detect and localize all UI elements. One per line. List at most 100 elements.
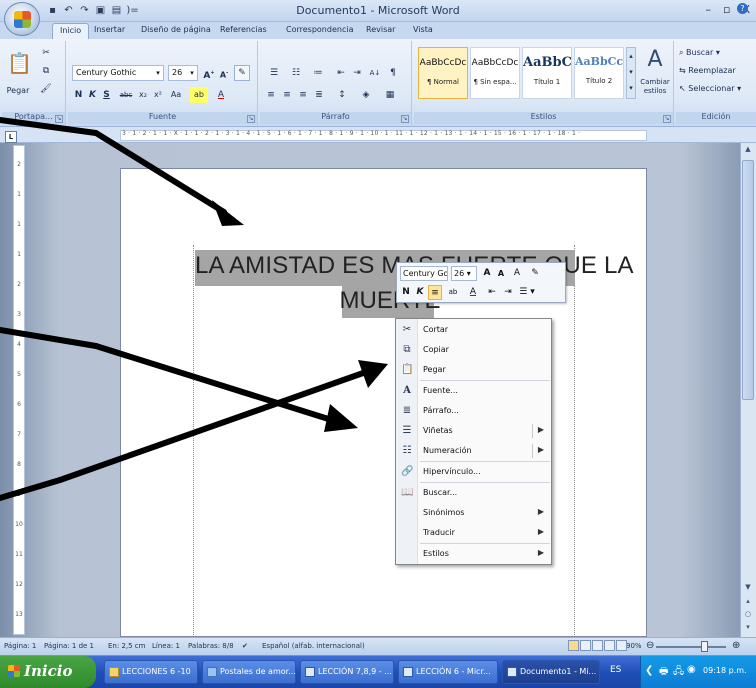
paste-icon[interactable]: 📋 bbox=[6, 47, 32, 81]
font-name-combo[interactable]: Century Gothic ▾ bbox=[72, 65, 164, 81]
outline-view-icon[interactable] bbox=[604, 640, 615, 651]
tab-revisar[interactable]: Revisar bbox=[366, 25, 395, 34]
scroll-down-icon[interactable]: ▼ bbox=[743, 583, 753, 591]
show-marks-icon[interactable]: ¶ bbox=[386, 65, 400, 81]
align-right-icon[interactable]: ≡ bbox=[296, 87, 310, 103]
mini-shrink-font-icon[interactable]: A bbox=[495, 266, 507, 281]
maximize-button[interactable]: ▫ bbox=[723, 3, 730, 16]
redo-icon[interactable]: ↷ bbox=[78, 5, 91, 17]
tab-selector[interactable]: L bbox=[5, 131, 17, 143]
style-no-spacing[interactable]: AaBbCcDc ¶ Sin espa... bbox=[470, 47, 520, 99]
subscript-icon[interactable]: x₂ bbox=[136, 87, 150, 103]
draft-view-icon[interactable] bbox=[616, 640, 627, 651]
office-button[interactable] bbox=[4, 2, 40, 36]
tab-diseno-pagina[interactable]: Diseño de página bbox=[141, 25, 211, 34]
mini-font-combo[interactable]: Century Go ▾ bbox=[400, 266, 448, 281]
clock[interactable]: 09:18 p.m. bbox=[703, 666, 747, 675]
tray-chevron-icon[interactable]: ❮ bbox=[645, 665, 653, 676]
status-words[interactable]: Palabras: 8/8 bbox=[188, 642, 234, 650]
bold-icon[interactable]: N bbox=[72, 87, 85, 103]
style-heading-1[interactable]: AaBbC Título 1 bbox=[522, 47, 572, 99]
browse-object-icon[interactable]: ○ bbox=[743, 610, 753, 618]
clear-format-icon[interactable]: ✎ bbox=[234, 65, 250, 81]
menu-item-numeracion[interactable]: ☷ Numeración ▶ bbox=[396, 441, 551, 461]
mini-highlight-icon[interactable]: ab bbox=[445, 285, 461, 300]
tab-correspondencia[interactable]: Correspondencia bbox=[286, 25, 353, 34]
taskbar-item-leccion-789[interactable]: LECCIÓN 7,8,9 - ... bbox=[300, 660, 394, 684]
menu-item-cortar[interactable]: ✂ Cortar bbox=[396, 320, 551, 340]
save-icon[interactable]: ▪ bbox=[46, 5, 59, 17]
font-size-combo[interactable]: 26 ▾ bbox=[168, 65, 198, 81]
scroll-up-icon[interactable]: ▲ bbox=[743, 145, 753, 153]
language-indicator[interactable]: ES bbox=[610, 665, 621, 675]
menu-item-parrafo[interactable]: ≣ Párrafo... bbox=[396, 401, 551, 421]
taskbar-item-documento1[interactable]: Documento1 - Mi... bbox=[502, 660, 600, 684]
find-button[interactable]: ⌕ Buscar ▾ bbox=[678, 45, 754, 61]
menu-item-hipervinculo[interactable]: 🔗 Hipervínculo... bbox=[396, 462, 551, 482]
font-launcher-icon[interactable]: ↘ bbox=[247, 115, 255, 123]
menu-item-pegar[interactable]: 📋 Pegar bbox=[396, 360, 551, 380]
mini-grow-font-icon[interactable]: A bbox=[481, 266, 493, 281]
menu-item-vinetas[interactable]: ☰ Viñetas ▶ bbox=[396, 421, 551, 441]
paragraph-launcher-icon[interactable]: ↘ bbox=[401, 115, 409, 123]
borders-icon[interactable]: ▦ bbox=[380, 87, 400, 103]
copy-icon[interactable]: ⧉ bbox=[38, 63, 54, 79]
status-page[interactable]: Página: 1 bbox=[4, 642, 36, 650]
cut-icon[interactable]: ✂ bbox=[38, 45, 54, 61]
change-case-icon[interactable]: Aa bbox=[167, 87, 185, 103]
taskbar-item-postales[interactable]: Postales de amor... bbox=[202, 660, 296, 684]
styles-launcher-icon[interactable]: ↘ bbox=[663, 115, 671, 123]
font-color-icon[interactable]: A bbox=[212, 87, 230, 103]
tab-referencias[interactable]: Referencias bbox=[220, 25, 267, 34]
status-language[interactable]: Español (alfab. internacional) bbox=[262, 642, 365, 650]
print-icon[interactable]: ▤ bbox=[110, 5, 123, 17]
change-styles-icon[interactable]: A bbox=[638, 45, 672, 75]
undo-icon[interactable]: ↶ bbox=[62, 5, 75, 17]
increase-indent-icon[interactable]: ⇥ bbox=[350, 65, 364, 81]
help-icon[interactable]: ? bbox=[737, 3, 748, 14]
grow-font-icon[interactable]: A+ bbox=[202, 65, 216, 81]
zoom-slider-thumb[interactable] bbox=[701, 641, 708, 652]
next-page-icon[interactable]: ▾ bbox=[743, 623, 753, 631]
antivirus-tray-icon[interactable]: ◉ bbox=[687, 664, 696, 675]
align-left-icon[interactable]: ≡ bbox=[264, 87, 278, 103]
scrollbar-thumb[interactable] bbox=[742, 160, 754, 400]
zoom-slider[interactable] bbox=[656, 646, 726, 648]
status-position[interactable]: En: 2,5 cm bbox=[108, 642, 145, 650]
justify-icon[interactable]: ≣ bbox=[312, 87, 326, 103]
prev-page-icon[interactable]: ▴ bbox=[743, 597, 753, 605]
clipboard-launcher-icon[interactable]: ↘ bbox=[55, 115, 63, 123]
menu-item-sinonimos[interactable]: Sinónimos ▶ bbox=[396, 503, 551, 523]
highlight-icon[interactable]: ab bbox=[190, 87, 208, 103]
taskbar-item-lecciones[interactable]: LECCIONES 6 -10 bbox=[104, 660, 198, 684]
tab-inicio[interactable]: Inicio bbox=[52, 23, 90, 39]
menu-item-fuente[interactable]: A Fuente... bbox=[396, 381, 551, 401]
mini-format-painter-icon[interactable]: ✎ bbox=[527, 266, 543, 281]
decrease-indent-icon[interactable]: ⇤ bbox=[334, 65, 348, 81]
line-spacing-icon[interactable]: ↕ bbox=[332, 87, 352, 103]
taskbar-item-leccion-6[interactable]: LECCIÓN 6 - Micr... bbox=[398, 660, 498, 684]
status-zoom[interactable]: 90% bbox=[626, 642, 642, 650]
print-layout-view-icon[interactable] bbox=[568, 640, 579, 651]
status-line[interactable]: Línea: 1 bbox=[152, 642, 180, 650]
change-styles-button[interactable]: Cambiar estilos bbox=[636, 77, 674, 99]
select-button[interactable]: ↖ Seleccionar ▾ bbox=[678, 81, 754, 97]
paste-button[interactable]: Pegar bbox=[2, 83, 34, 99]
shading-icon[interactable]: ◈ bbox=[356, 87, 376, 103]
menu-item-traducir[interactable]: Traducir ▶ bbox=[396, 523, 551, 543]
mini-increase-indent-icon[interactable]: ⇥ bbox=[501, 285, 515, 300]
menu-item-estilos[interactable]: Estilos ▶ bbox=[396, 544, 551, 564]
network-tray-icon[interactable]: 🖧 bbox=[673, 664, 684, 681]
printer-tray-icon[interactable]: 🖶 bbox=[659, 664, 668, 681]
format-painter-icon[interactable]: 🖌 bbox=[38, 81, 54, 97]
sort-icon[interactable]: A↓ bbox=[368, 65, 382, 81]
mini-bold-icon[interactable]: N bbox=[400, 285, 412, 300]
italic-icon[interactable]: K bbox=[86, 87, 99, 103]
status-page-of[interactable]: Página: 1 de 1 bbox=[44, 642, 94, 650]
style-heading-2[interactable]: AaBbCc Título 2 bbox=[574, 47, 624, 99]
underline-icon[interactable]: S bbox=[100, 87, 113, 103]
mini-bullets-icon[interactable]: ☰ ▾ bbox=[517, 285, 537, 300]
superscript-icon[interactable]: x² bbox=[151, 87, 165, 103]
menu-item-buscar[interactable]: 📖 Buscar... bbox=[396, 483, 551, 503]
mini-font-color-icon[interactable]: A bbox=[465, 285, 481, 300]
